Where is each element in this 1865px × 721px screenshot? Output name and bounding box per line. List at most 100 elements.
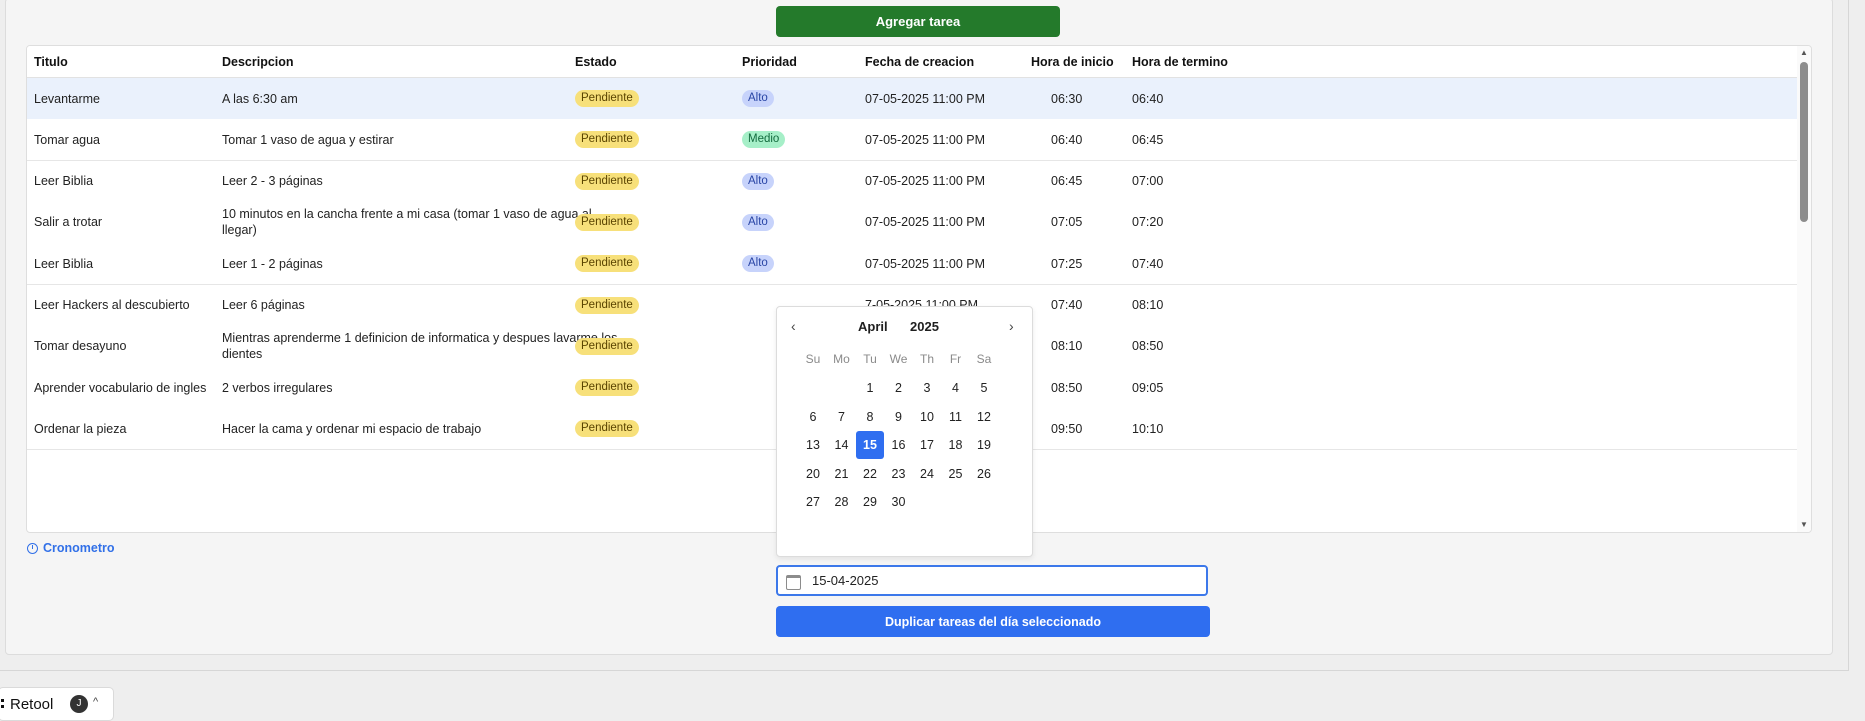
table-row[interactable]: Leer Biblia Leer 1 - 2 páginas Pendiente Al…: [27, 243, 1797, 286]
calendar-day[interactable]: 29: [856, 488, 884, 516]
calendar-day[interactable]: 14: [828, 431, 856, 459]
calendar-day[interactable]: 27: [799, 488, 827, 516]
retool-bar[interactable]: Retool J ^: [0, 687, 114, 721]
prev-month-icon[interactable]: ‹: [791, 318, 796, 334]
scroll-up-arrow-icon[interactable]: ▲: [1798, 48, 1810, 57]
calendar-day[interactable]: 17: [913, 431, 941, 459]
calendar-day[interactable]: 12: [970, 403, 998, 431]
cell-inicio: 09:50: [1051, 408, 1082, 449]
weekday-label: Sa: [976, 352, 992, 366]
column-header[interactable]: Estado: [575, 55, 617, 69]
calendar-day[interactable]: 4: [942, 374, 970, 402]
calendar-day[interactable]: 6: [799, 403, 827, 431]
table-row[interactable]: Leer Biblia Leer 2 - 3 páginas Pendiente Al…: [27, 160, 1797, 203]
calendar-day[interactable]: 25: [942, 460, 970, 488]
calendar-day[interactable]: 3: [913, 374, 941, 402]
cell-prioridad: Medio: [742, 119, 786, 160]
avatar[interactable]: J: [70, 695, 88, 713]
status-badge: Pendiente: [575, 379, 639, 397]
column-header[interactable]: Titulo: [34, 55, 68, 69]
cell-fecha: 07-05-2025 11:00 PM: [865, 161, 985, 202]
calendar-day[interactable]: 2: [885, 374, 913, 402]
calendar-day[interactable]: 1: [856, 374, 884, 402]
calendar-day[interactable]: 23: [885, 460, 913, 488]
fecha-text: 07-05-2025 11:00 PM: [865, 215, 985, 230]
inicio-text: 08:50: [1051, 380, 1083, 395]
scrollbar-thumb[interactable]: [1800, 62, 1808, 222]
fecha-text: 07-05-2025 11:00 PM: [865, 132, 985, 147]
calendar-day[interactable]: 22: [856, 460, 884, 488]
status-badge: Pendiente: [575, 213, 639, 231]
priority-badge: Alto: [742, 255, 774, 273]
fecha-text: 07-05-2025 11:00 PM: [865, 256, 985, 271]
next-month-icon[interactable]: ›: [1009, 318, 1014, 334]
column-header[interactable]: Prioridad: [742, 55, 797, 69]
titulo-text: Salir a trotar: [34, 215, 103, 230]
calendar-day[interactable]: 9: [885, 403, 913, 431]
status-badge: Pendiente: [575, 90, 639, 107]
calendar-day-selected[interactable]: 15: [856, 431, 884, 459]
descripcion-text: Mientras aprenderme 1 definicion de info…: [222, 331, 618, 362]
cell-prioridad: Alto: [742, 161, 774, 202]
cell-titulo: Salir a trotar: [34, 202, 102, 243]
cell-titulo: Leer Biblia: [34, 243, 93, 284]
scroll-down-arrow-icon[interactable]: ▼: [1798, 520, 1810, 529]
calendar-day[interactable]: 13: [799, 431, 827, 459]
cell-descripcion: Leer 2 - 3 páginas: [222, 161, 622, 202]
cell-descripcion: Leer 6 páginas: [222, 285, 622, 326]
column-header[interactable]: Hora de inicio: [1031, 55, 1114, 69]
titulo-text: Tomar agua: [34, 132, 101, 147]
calendar-day[interactable]: 21: [828, 460, 856, 488]
termino-text: 10:10: [1132, 421, 1164, 436]
calendar-day[interactable]: 18: [942, 431, 970, 459]
panel-divider: [1848, 0, 1849, 670]
cell-fecha: 07-05-2025 11:00 PM: [865, 119, 985, 160]
calendar-icon: [786, 575, 801, 590]
calendar-day[interactable]: 24: [913, 460, 941, 488]
status-badge: Pendiente: [575, 337, 639, 355]
calendar-month[interactable]: April: [858, 319, 888, 334]
calendar-day[interactable]: 11: [942, 403, 970, 431]
calendar-day[interactable]: 7: [828, 403, 856, 431]
calendar-day[interactable]: 20: [799, 460, 827, 488]
cell-termino: 10:10: [1132, 408, 1163, 449]
calendar-day[interactable]: 10: [913, 403, 941, 431]
cell-termino: 07:00: [1132, 161, 1163, 202]
calendar-day[interactable]: 26: [970, 460, 998, 488]
chevron-up-icon[interactable]: ^: [93, 696, 98, 708]
inicio-text: 06:30: [1051, 91, 1083, 106]
duplicate-tasks-button[interactable]: Duplicar tareas del día seleccionado: [776, 606, 1210, 637]
calendar-day[interactable]: 16: [885, 431, 913, 459]
table-row[interactable]: Levantarme A las 6:30 am Pendiente Alto 07-0…: [27, 78, 1797, 120]
column-header[interactable]: Fecha de creacion: [865, 55, 974, 69]
cronometro-link[interactable]: Cronometro: [27, 541, 115, 555]
add-task-button[interactable]: Agregar tarea: [776, 6, 1060, 37]
titulo-text: Leer Biblia: [34, 174, 94, 189]
date-input[interactable]: 15-04-2025: [776, 565, 1208, 596]
table-row[interactable]: Tomar agua Tomar 1 vaso de agua y estirar…: [27, 119, 1797, 162]
column-header[interactable]: Hora de termino: [1132, 55, 1228, 69]
fecha-text: 07-05-2025 11:00 PM: [865, 174, 985, 189]
cell-estado: Pendiente: [575, 408, 639, 449]
table-row[interactable]: Salir a trotar 10 minutos en la cancha fr…: [27, 201, 1797, 244]
cell-estado: Pendiente: [575, 285, 639, 326]
status-badge: Pendiente: [575, 296, 639, 314]
cell-estado: Pendiente: [575, 367, 639, 408]
calendar-day[interactable]: 30: [885, 488, 913, 516]
fecha-text: 07-05-2025 11:00 PM: [865, 91, 985, 106]
calendar-day[interactable]: 5: [970, 374, 998, 402]
date-input-value: 15-04-2025: [812, 573, 879, 588]
cell-fecha: 07-05-2025 11:00 PM: [865, 78, 985, 119]
titulo-text: Aprender vocabulario de ingles: [34, 380, 207, 395]
descripcion-text: 10 minutos en la cancha frente a mi casa…: [222, 207, 592, 238]
calendar-year[interactable]: 2025: [910, 319, 939, 334]
calendar-day[interactable]: 19: [970, 431, 998, 459]
cell-prioridad: Alto: [742, 78, 774, 119]
cronometro-label: Cronometro: [43, 541, 115, 555]
cell-descripcion: Hacer la cama y ordenar mi espacio de tr…: [222, 408, 622, 449]
panel-divider-bottom: [0, 670, 1849, 671]
calendar-day[interactable]: 8: [856, 403, 884, 431]
inicio-text: 07:40: [1051, 298, 1083, 312]
calendar-day[interactable]: 28: [828, 488, 856, 516]
column-header[interactable]: Descripcion: [222, 55, 294, 69]
